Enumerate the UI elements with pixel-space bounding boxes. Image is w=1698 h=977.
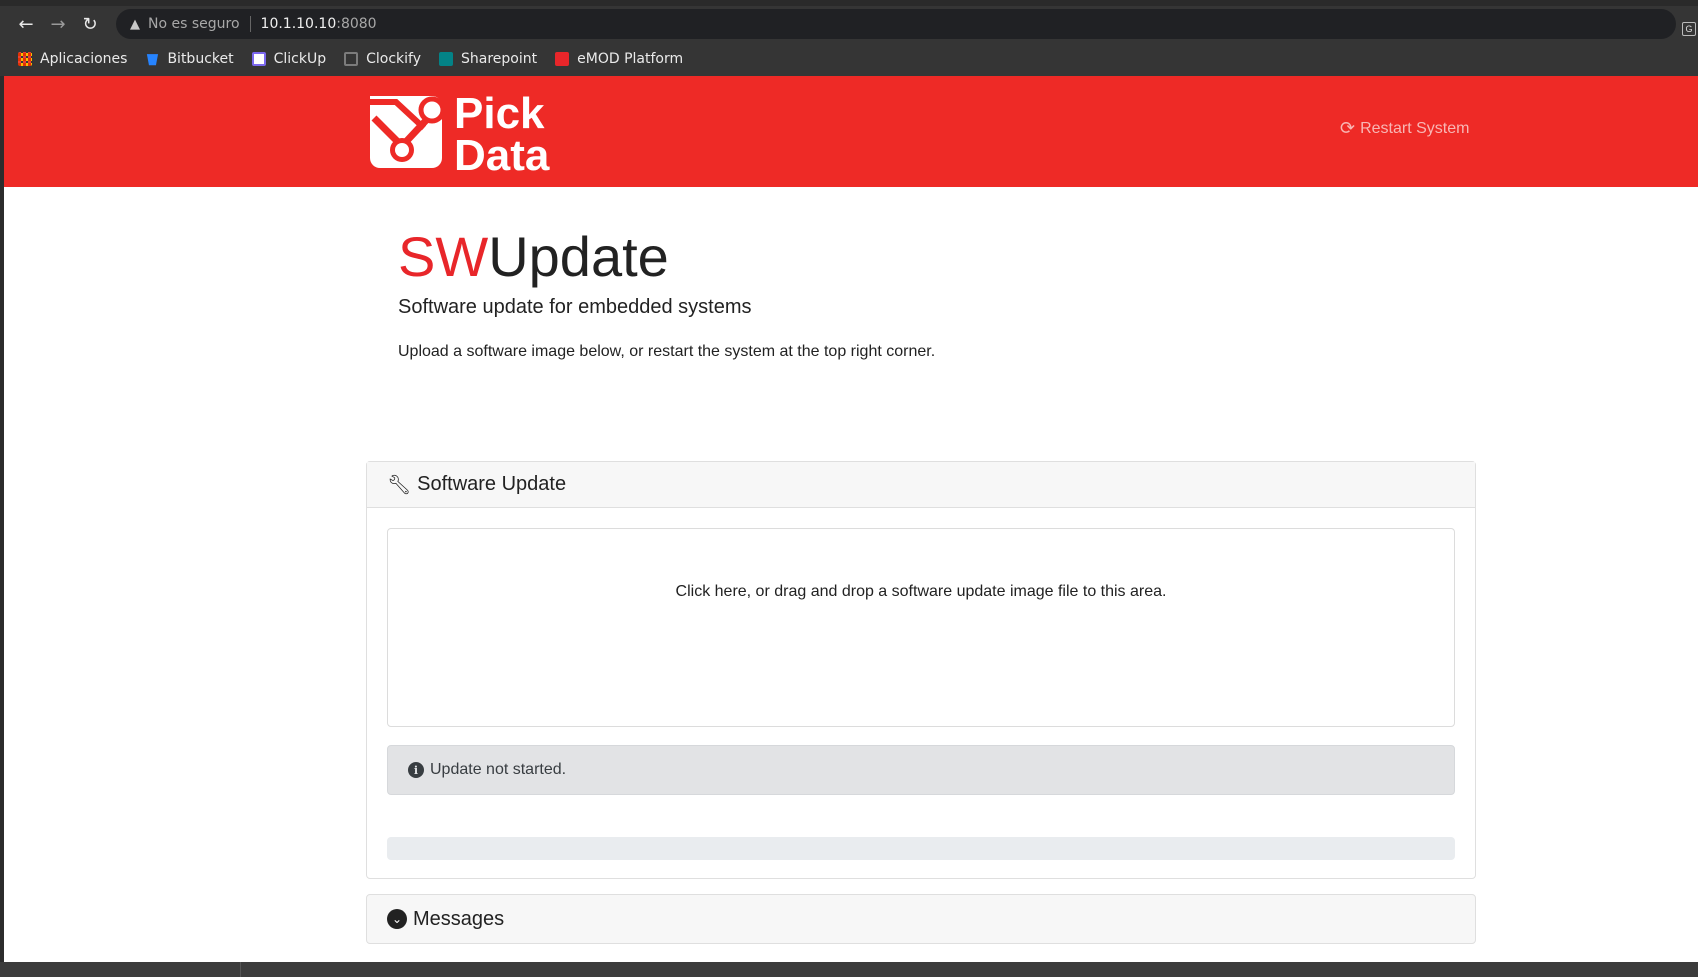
bitbucket-icon [146, 54, 159, 66]
restart-system-link[interactable]: ⟳ Restart System [1340, 118, 1469, 139]
taskbar [0, 962, 1698, 977]
restart-label: Restart System [1360, 119, 1470, 137]
translate-icon[interactable]: G [1682, 22, 1696, 36]
dropzone-text: Click here, or drag and drop a software … [675, 583, 1167, 600]
card-title: Software Update [417, 473, 567, 495]
software-update-card: 🔧︎ Software Update Click here, or drag a… [366, 461, 1476, 879]
info-icon: i [408, 762, 424, 778]
logo-text-data: Data [454, 131, 550, 174]
browser-chrome: ← → ↻ ▲ No es seguro 10.1.10.10 :8080 G … [0, 0, 1698, 76]
forward-icon[interactable]: → [42, 8, 74, 40]
bookmark-bitbucket[interactable]: Bitbucket [145, 51, 234, 67]
wrench-icon: 🔧︎ [387, 474, 412, 496]
messages-title: Messages [413, 907, 505, 930]
refresh-icon: ⟳ [1340, 118, 1356, 139]
status-alert: i Update not started. [387, 745, 1455, 795]
omnibox-separator [249, 16, 251, 32]
bookmark-emod-platform[interactable]: eMOD Platform [555, 51, 683, 67]
apps-grid-icon [18, 52, 32, 66]
bookmark-clockify[interactable]: Clockify [344, 51, 421, 67]
progress-bar [387, 837, 1455, 860]
bookmark-label: eMOD Platform [577, 51, 684, 67]
url-host: 10.1.10.10 [260, 16, 337, 32]
page-viewport: Pick Data ⟳ Restart System SWUpdate Soft… [4, 76, 1698, 962]
messages-card-header[interactable]: ⌄ Messages [366, 894, 1476, 944]
top-header: Pick Data ⟳ Restart System [4, 76, 1698, 187]
title-accent: SW [398, 225, 489, 288]
chevron-down-icon: ⌄ [387, 909, 407, 929]
url-port: :8080 [336, 16, 377, 32]
security-label: No es seguro [148, 16, 240, 32]
page-subtitle: Software update for embedded systems [398, 296, 752, 318]
bookmark-label: Clockify [366, 51, 422, 67]
pickdata-logo[interactable]: Pick Data [366, 88, 596, 174]
page-description: Upload a software image below, or restar… [398, 343, 936, 360]
title-rest: Update [488, 225, 669, 288]
card-header: 🔧︎ Software Update [367, 462, 1475, 508]
bookmark-label: Bitbucket [167, 51, 234, 67]
bookmark-label: ClickUp [273, 51, 327, 67]
clockify-icon [344, 52, 359, 66]
taskbar-divider [240, 962, 241, 977]
bookmark-label: Sharepoint [461, 51, 538, 67]
warning-icon: ▲ [130, 16, 140, 32]
file-dropzone[interactable]: Click here, or drag and drop a software … [387, 528, 1455, 727]
bookmarks-bar: Aplicaciones Bitbucket ClickUp Clockify … [0, 42, 1698, 76]
bookmark-label: Aplicaciones [40, 51, 128, 67]
back-icon[interactable]: ← [10, 8, 42, 40]
emod-icon [555, 52, 570, 66]
clickup-icon [251, 52, 266, 66]
page-title: SWUpdate [398, 224, 669, 289]
browser-toolbar: ← → ↻ ▲ No es seguro 10.1.10.10 :8080 G [0, 6, 1698, 42]
sharepoint-icon [439, 52, 454, 66]
address-bar[interactable]: ▲ No es seguro 10.1.10.10 :8080 [116, 9, 1676, 39]
bookmark-sharepoint[interactable]: Sharepoint [439, 51, 537, 67]
reload-icon[interactable]: ↻ [74, 8, 106, 40]
status-text: Update not started. [430, 761, 567, 778]
bookmark-aplicaciones[interactable]: Aplicaciones [18, 51, 127, 67]
bookmark-clickup[interactable]: ClickUp [251, 51, 327, 67]
